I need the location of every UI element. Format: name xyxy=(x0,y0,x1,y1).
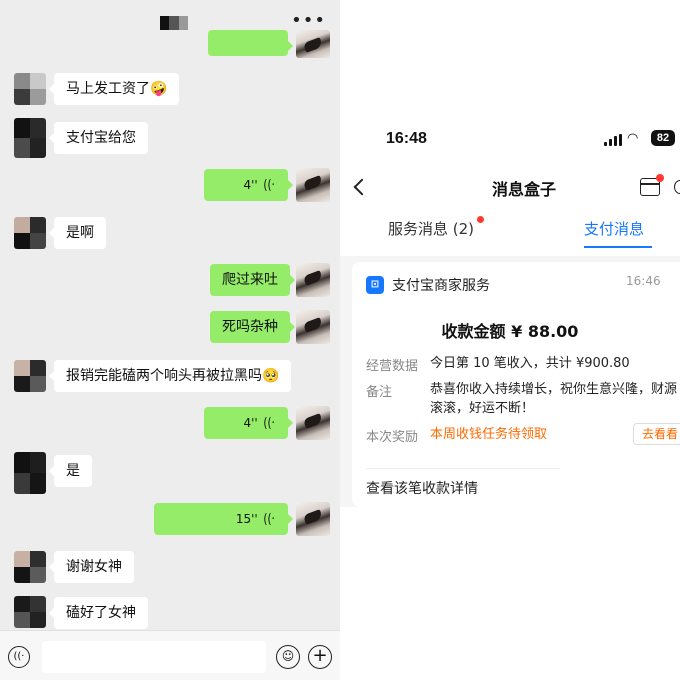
go-see-button[interactable]: 去看看 xyxy=(633,423,680,445)
self-avatar[interactable] xyxy=(296,310,330,344)
active-tab-indicator xyxy=(584,246,652,248)
more-dots-icon[interactable]: ••• xyxy=(291,10,326,31)
contact-avatar[interactable] xyxy=(14,360,46,392)
alipay-message-box: 16:48 ◠ 82 消息盒子 服务消息 (2) 支付消息 ⊡ 支付宝商家服务 … xyxy=(340,112,680,507)
chat-input-bar: ((· ☺ + xyxy=(0,630,340,680)
status-bar: 16:48 ◠ 82 xyxy=(340,112,680,162)
message-bubble[interactable]: 支付宝给您 xyxy=(49,122,148,154)
signal-icon xyxy=(604,134,622,146)
alipay-screenshot: 16:48 ◠ 82 消息盒子 服务消息 (2) 支付消息 ⊡ 支付宝商家服务 … xyxy=(340,0,680,680)
message-input[interactable] xyxy=(42,641,266,673)
emoji-icon[interactable]: ☺ xyxy=(276,645,300,669)
row-value: 恭喜你收入持续增长，祝你生意兴隆，财源滚滚，好运不断！ xyxy=(430,382,678,416)
merchant-name: 支付宝商家服务 xyxy=(392,278,490,294)
message-bubble[interactable]: 报销完能磕两个响头再被拉黑吗🥺 xyxy=(48,360,292,392)
voice-message-bubble[interactable]: 4'' ((· xyxy=(204,169,293,201)
plus-icon[interactable]: + xyxy=(308,645,332,669)
message-bubble[interactable]: 马上发工资了🤪 xyxy=(48,73,180,105)
contact-avatar[interactable] xyxy=(14,217,46,249)
settings-icon[interactable] xyxy=(674,180,680,194)
message-bubble[interactable]: 磕好了女神 xyxy=(49,597,148,629)
chat-panel: ••• 马上发工资了🤪 支付宝给您 4'' ((· 是啊 爬过来吐 死吗杂种 报销… xyxy=(0,0,340,680)
row-value: 今日第 10 笔收入，共计 ¥900.80 xyxy=(430,356,630,371)
merchant-service-icon: ⊡ xyxy=(366,276,384,294)
voice-message-bubble[interactable]: 15'' ((· xyxy=(154,503,293,535)
self-avatar[interactable] xyxy=(296,168,330,202)
message-bubble[interactable]: 死吗杂种 xyxy=(210,311,295,343)
status-time: 16:48 xyxy=(386,130,427,147)
contact-avatar[interactable] xyxy=(14,551,46,583)
payment-amount: 收款金额 ¥ 88.00 xyxy=(441,322,579,341)
voice-input-icon[interactable]: ((· xyxy=(8,646,30,668)
nav-bar: 消息盒子 xyxy=(340,168,680,208)
contact-avatar[interactable] xyxy=(14,118,46,158)
message-tabs: 服务消息 (2) 支付消息 xyxy=(340,212,680,256)
page-title: 消息盒子 xyxy=(491,180,556,199)
message-bubble[interactable]: 谢谢女神 xyxy=(49,551,134,583)
self-avatar[interactable] xyxy=(296,263,330,297)
view-detail-link[interactable]: 查看该笔收款详情 xyxy=(366,478,478,498)
message-time: 16:46 xyxy=(626,274,661,288)
row-label: 经营数据 xyxy=(366,359,419,374)
row-label: 备注 xyxy=(366,385,393,400)
tab-payment-messages[interactable]: 支付消息 xyxy=(584,218,644,239)
message-bubble[interactable]: 爬过来吐 xyxy=(210,264,295,296)
payment-message-card[interactable]: ⊡ 支付宝商家服务 16:46 收款金额 ¥ 88.00 经营数据 今日第 10… xyxy=(352,262,680,507)
wifi-icon: ◠ xyxy=(627,131,639,146)
battery-indicator: 82 xyxy=(651,130,675,146)
divider xyxy=(366,468,560,469)
contact-avatar[interactable] xyxy=(14,452,46,494)
voice-wave-icon: ((· xyxy=(263,512,275,527)
voice-message-bubble[interactable]: 4'' ((· xyxy=(204,407,293,439)
tab-unread-dot xyxy=(477,216,484,223)
message-bubble[interactable]: 是啊 xyxy=(49,217,106,249)
voice-wave-icon: ((· xyxy=(263,416,275,431)
voice-duration: 4'' xyxy=(243,416,258,430)
chat-title-mosaic xyxy=(160,16,188,30)
chat-header: ••• xyxy=(0,0,340,58)
contact-avatar[interactable] xyxy=(14,73,46,105)
row-label: 本次奖励 xyxy=(366,430,419,445)
self-avatar[interactable] xyxy=(296,406,330,440)
self-avatar[interactable] xyxy=(296,502,330,536)
voice-wave-icon: ((· xyxy=(263,178,275,193)
partial-bubble xyxy=(208,30,293,56)
voice-duration: 4'' xyxy=(243,178,258,192)
contact-avatar[interactable] xyxy=(14,596,46,628)
notification-dot xyxy=(656,174,664,182)
voice-duration: 15'' xyxy=(235,512,258,526)
message-bubble[interactable]: 是 xyxy=(49,455,92,487)
self-avatar[interactable] xyxy=(296,30,330,58)
tab-service-messages[interactable]: 服务消息 (2) xyxy=(388,218,474,239)
